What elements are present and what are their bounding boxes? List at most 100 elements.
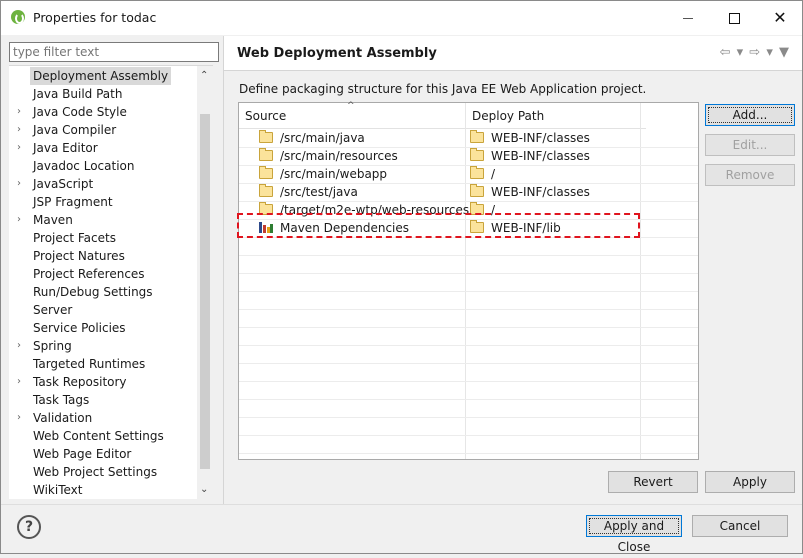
expand-arrow-icon[interactable]: › [17,139,21,157]
nav-item-project-natures[interactable]: Project Natures [9,247,197,265]
nav-item-java-editor[interactable]: › Java Editor [9,139,197,157]
nav-item-maven[interactable]: › Maven [9,211,197,229]
assembly-table: Source ^ Deploy Path /src/main/java WEB-I… [238,101,699,460]
table-row[interactable]: /src/main/java WEB-INF/classes [239,129,698,148]
nav-item-server[interactable]: Server [9,301,197,319]
nav-item-targeted-runtimes[interactable]: Targeted Runtimes [9,355,197,373]
nav-item-web-page-editor[interactable]: Web Page Editor [9,445,197,463]
nav-item-web-content-settings[interactable]: Web Content Settings [9,427,197,445]
folder-icon [259,148,273,161]
expand-arrow-icon[interactable]: › [17,373,21,391]
expand-arrow-icon[interactable]: › [17,409,21,427]
source-path: /src/main/java [280,131,365,145]
footer-separator [1,504,802,505]
nav-item-javascript[interactable]: › JavaScript [9,175,197,193]
nav-item-label: Web Page Editor [33,447,132,461]
cancel-button[interactable]: Cancel [692,515,788,537]
apply-button[interactable]: Apply [705,471,795,493]
add-button-label: Add... [732,108,768,122]
maximize-icon [728,12,740,24]
apply-and-close-label: Apply and Close [603,519,665,554]
deploy-path: / [491,167,496,181]
nav-item-run-debug-settings[interactable]: Run/Debug Settings [9,283,197,301]
nav-item-label: Service Policies [33,321,126,335]
nav-item-label: Project Facets [33,231,116,245]
expand-arrow-icon[interactable]: › [17,121,21,139]
table-row[interactable]: /src/main/webapp / [239,165,698,184]
expand-arrow-icon[interactable]: › [17,103,21,121]
nav-item-task-tags[interactable]: Task Tags [9,391,197,409]
empty-table-row [239,345,698,364]
nav-item-label: JSP Fragment [33,195,113,209]
nav-item-javadoc-location[interactable]: Javadoc Location [9,157,197,175]
nav-item-java-code-style[interactable]: › Java Code Style [9,103,197,121]
maximize-button[interactable] [711,1,757,35]
empty-table-row [239,309,698,328]
nav-item-label: Deployment Assembly [30,67,172,85]
add-button[interactable]: Add... [705,104,795,126]
empty-table-row [239,273,698,292]
empty-table-row [239,255,698,274]
nav-scrollbar[interactable]: ⌃ ⌄ [197,66,213,499]
table-row[interactable]: /src/main/resources WEB-INF/classes [239,147,698,166]
nav-item-wikitext[interactable]: WikiText [9,481,197,499]
nav-item-validation[interactable]: › Validation [9,409,197,427]
remove-button-label: Remove [725,168,775,182]
nav-item-label: Javadoc Location [33,159,135,173]
close-button[interactable]: ✕ [757,1,803,35]
page-header: Web Deployment Assembly ⇦ ▾ ⇨ ▾ ▼ [224,36,802,71]
nav-item-label: Spring [33,339,72,353]
expand-arrow-icon[interactable]: › [17,175,21,193]
nav-item-label: Project References [33,267,145,281]
nav-item-label: Java Editor [33,141,98,155]
help-icon[interactable]: ? [17,515,41,539]
empty-table-row [239,291,698,310]
remove-button[interactable]: Remove [705,164,795,186]
scroll-down-icon[interactable]: ⌄ [200,484,208,495]
nav-item-project-facets[interactable]: Project Facets [9,229,197,247]
folder-icon [259,130,273,143]
deploy-path-cell: WEB-INF/classes [470,129,590,147]
nav-item-java-build-path[interactable]: Java Build Path [9,85,197,103]
deploy-path-cell: WEB-INF/classes [470,147,590,165]
folder-icon [470,166,484,179]
column-header-deploy-path[interactable]: Deploy Path [466,103,646,129]
nav-item-jsp-fragment[interactable]: JSP Fragment [9,193,197,211]
nav-item-java-compiler[interactable]: › Java Compiler [9,121,197,139]
empty-table-row [239,417,698,436]
revert-button-label: Revert [633,475,673,489]
nav-item-service-policies[interactable]: Service Policies [9,319,197,337]
nav-item-spring[interactable]: › Spring [9,337,197,355]
nav-item-label: Web Content Settings [33,429,164,443]
column-header-deploy-label: Deploy Path [472,109,545,123]
nav-item-deployment-assembly[interactable]: Deployment Assembly [9,67,197,85]
nav-item-web-project-settings[interactable]: Web Project Settings [9,463,197,481]
apply-and-close-button[interactable]: Apply and Close [586,515,682,554]
property-nav-tree: Deployment Assembly Java Build Path › Java … [9,65,213,499]
nav-item-label: Java Compiler [33,123,117,137]
panel-divider[interactable] [223,36,224,504]
filter-input[interactable] [9,42,219,62]
nav-item-label: WikiText [33,483,83,497]
expand-arrow-icon[interactable]: › [17,211,21,229]
source-cell: /src/main/resources [259,147,398,165]
scroll-thumb[interactable] [200,114,210,469]
source-path: /src/main/resources [280,149,398,163]
folder-icon [470,130,484,143]
deploy-path: WEB-INF/classes [491,185,590,199]
page-description: Define packaging structure for this Java… [239,82,647,96]
history-nav-icons[interactable]: ⇦ ▾ ⇨ ▾ ▼ [720,45,790,60]
empty-table-row [239,237,698,256]
page-title: Web Deployment Assembly [237,46,437,61]
expand-arrow-icon[interactable]: › [17,337,21,355]
revert-button[interactable]: Revert [608,471,698,493]
edit-button[interactable]: Edit... [705,134,795,156]
nav-item-label: Validation [33,411,93,425]
source-path: /src/main/webapp [280,167,388,181]
nav-item-project-references[interactable]: Project References [9,265,197,283]
scroll-up-icon[interactable]: ⌃ [200,70,208,81]
table-row[interactable]: /src/test/java WEB-INF/classes [239,183,698,202]
minimize-button[interactable] [665,1,711,35]
column-header-source[interactable]: Source ^ [239,101,471,129]
nav-item-task-repository[interactable]: › Task Repository [9,373,197,391]
